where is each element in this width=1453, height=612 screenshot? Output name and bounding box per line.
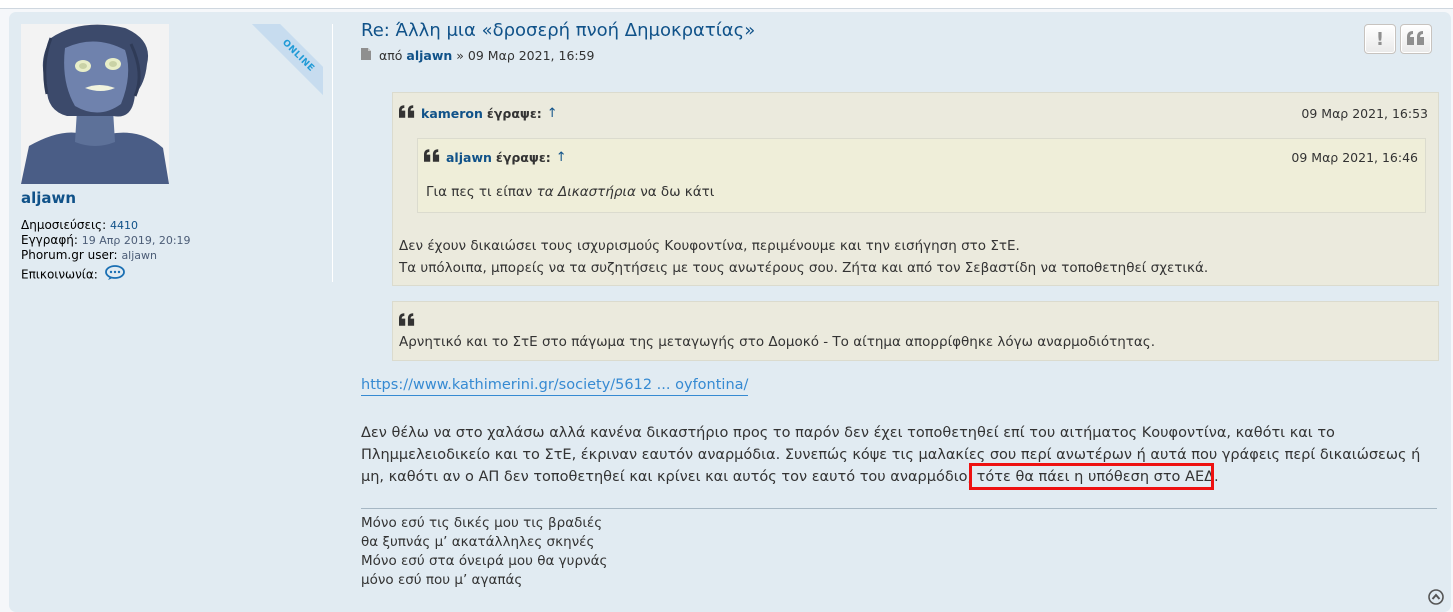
article-link[interactable]: https://www.kathimerini.gr/society/5612 … <box>361 377 749 396</box>
quote-author[interactable]: kameron <box>421 106 483 121</box>
post-body-line-2: Πλημμελειοδικείο και το ΣτΕ, έκριναν εαυ… <box>361 447 1421 463</box>
speech-bubble-icon[interactable] <box>104 265 125 285</box>
quote-date: 09 Μαρ 2021, 16:53 <box>1301 106 1428 121</box>
quote-block-anonymous: Αρνητικό και το ΣτΕ στο πάγωμα της μεταγ… <box>392 301 1439 361</box>
meta-separator: » <box>456 48 464 63</box>
phorum-label: Phorum.gr user: <box>21 248 118 262</box>
joined-label: Εγγραφή: <box>21 233 78 247</box>
inner-quote-text-italic: τα Δικαστήρια <box>536 184 636 200</box>
inner-quote-jump-arrow[interactable]: ↑ <box>556 150 567 165</box>
phorum-value: aljawn <box>121 249 157 262</box>
online-badge: ONLINE <box>252 24 323 98</box>
avatar-image <box>21 24 169 184</box>
quote-wrote: έγραψε: <box>486 105 542 121</box>
joined-value: 19 Απρ 2019, 20:19 <box>81 234 191 247</box>
quote-marks-icon <box>424 149 440 165</box>
quote-button[interactable] <box>1400 24 1432 54</box>
signature-line-1: Μόνο εσύ τις δικές μου τις βραδιές <box>361 515 603 531</box>
post-body-line-1: Δεν θέλω να στο χαλάσω αλλά κανένα δικασ… <box>361 425 1335 441</box>
online-ribbon: ONLINE <box>249 24 323 98</box>
post-document-icon[interactable] <box>361 48 371 63</box>
signature-line-3: Μόνο εσύ στα όνειρά μου θα γυρνάς <box>361 553 608 569</box>
signature-divider <box>361 508 1437 509</box>
post-title[interactable]: Re: Άλλη μια «δροσερή πνοή Δημοκρατίας» <box>361 20 755 41</box>
avatar[interactable] <box>21 24 169 184</box>
signature-line-2: θα ξυπνάς μ’ ακατάλληλες σκηνές <box>361 534 595 550</box>
inner-quote-author[interactable]: aljawn <box>446 150 492 165</box>
inner-quote-text-start: Για πες τι είπαν <box>426 184 537 200</box>
inner-quote-wrote: έγραψε: <box>495 149 551 165</box>
quote-line-1: Δεν έχουν δικαιώσει τους ισχυρισμούς Κου… <box>399 238 1020 254</box>
posts-value[interactable]: 4410 <box>110 219 138 232</box>
inner-quote-date: 09 Μαρ 2021, 16:46 <box>1291 150 1418 165</box>
inner-quote-header: aljawn έγραψε: ↑ <box>424 149 567 165</box>
anonymous-quote-text: Αρνητικό και το ΣτΕ στο πάγωμα της μεταγ… <box>399 334 1156 350</box>
quote-line-2: Τα υπόλοιπα, μπορείς να τα συζητήσεις με… <box>399 260 1209 276</box>
signature-line-4: μόνο εσύ που μ’ αγαπάς <box>361 572 523 588</box>
profile-divider <box>332 24 333 282</box>
forum-post: ONLINE aljawn Δημοσιεύσεις: 4410 Εγγραφή… <box>9 12 1451 612</box>
red-highlight-box <box>969 463 1214 490</box>
post-date: 09 Μαρ 2021, 16:59 <box>467 48 595 63</box>
profile-username[interactable]: aljawn <box>21 189 76 207</box>
quote-block-aljawn: aljawn έγραψε: ↑ 09 Μαρ 2021, 16:46 Για … <box>417 138 1426 213</box>
profile-joined: Εγγραφή: 19 Απρ 2019, 20:19 <box>21 233 191 248</box>
post-author[interactable]: aljawn <box>406 48 452 63</box>
post-meta: από aljawn » 09 Μαρ 2021, 16:59 <box>361 48 595 63</box>
post-body: Δεν θέλω να στο χαλάσω αλλά κανένα δικασ… <box>361 422 1436 488</box>
quote-marks-icon <box>399 311 415 330</box>
quote-icon <box>1407 29 1425 50</box>
signature: Μόνο εσύ τις δικές μου τις βραδιές θα ξυ… <box>361 514 607 590</box>
inner-quote-text-end: να δω κάτι <box>635 184 715 200</box>
profile-contact: Επικοινωνία: <box>21 265 125 285</box>
quote-jump-arrow[interactable]: ↑ <box>547 106 558 121</box>
profile-posts: Δημοσιεύσεις: 4410 <box>21 218 138 233</box>
contact-label: Επικοινωνία: <box>21 267 98 282</box>
inner-quote-text: Για πες τι είπαν τα Δικαστήρια να δω κάτ… <box>426 182 714 202</box>
quote-marks-icon <box>399 105 415 121</box>
post-body-line-3: μη, καθότι αν ο ΑΠ δεν τοποθετηθεί και κ… <box>361 469 1219 485</box>
quote-block-kameron: kameron έγραψε: ↑ 09 Μαρ 2021, 16:53 alj… <box>392 92 1439 286</box>
posts-label: Δημοσιεύσεις: <box>21 218 107 232</box>
back-to-top-icon[interactable] <box>1428 589 1444 605</box>
exclamation-icon: ! <box>1375 28 1385 50</box>
previous-post-edge <box>0 0 1453 9</box>
quote-header: kameron έγραψε: ↑ <box>399 105 558 121</box>
profile-phorum-user: Phorum.gr user: aljawn <box>21 248 157 263</box>
by-label: από <box>379 48 403 63</box>
report-button[interactable]: ! <box>1364 24 1396 54</box>
